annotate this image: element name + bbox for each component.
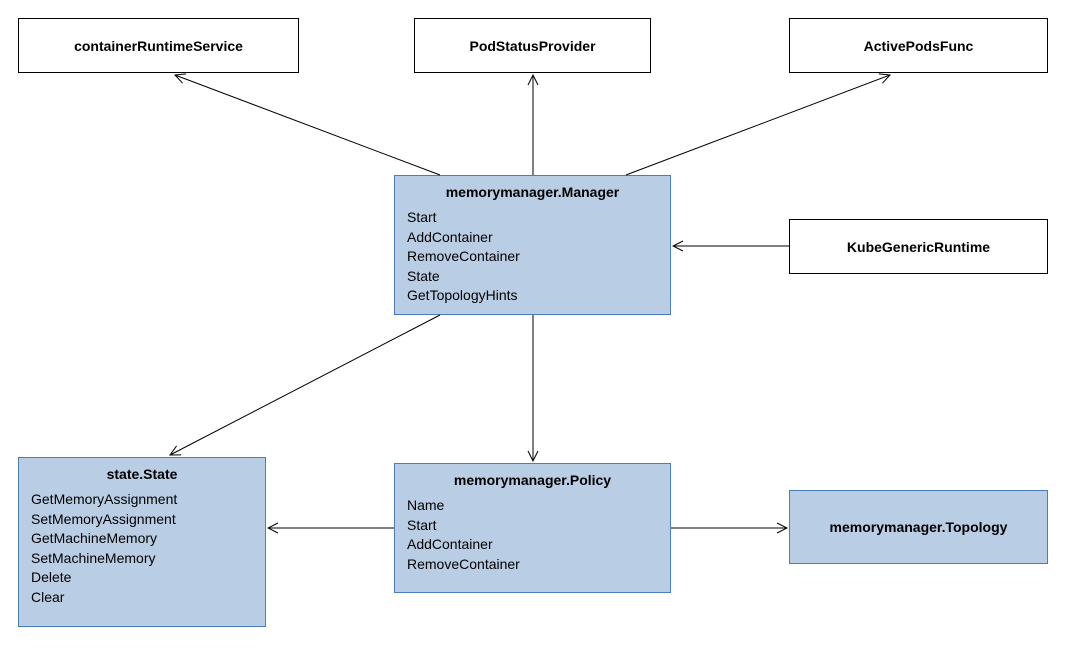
box-kube-generic-runtime: KubeGenericRuntime: [789, 219, 1048, 274]
state-method: Clear: [31, 588, 253, 608]
pod-status-provider-title: PodStatusProvider: [469, 38, 595, 54]
container-runtime-service-title: containerRuntimeService: [74, 38, 243, 54]
box-container-runtime-service: containerRuntimeService: [18, 18, 299, 73]
policy-methods: Name Start AddContainer RemoveContainer: [407, 496, 658, 574]
policy-method: RemoveContainer: [407, 555, 658, 575]
policy-title: memorymanager.Policy: [407, 472, 658, 488]
state-title: state.State: [31, 466, 253, 482]
kube-generic-runtime-title: KubeGenericRuntime: [847, 239, 990, 255]
state-method: SetMemoryAssignment: [31, 510, 253, 530]
topology-title: memorymanager.Topology: [830, 519, 1008, 535]
state-method: GetMachineMemory: [31, 529, 253, 549]
state-method: GetMemoryAssignment: [31, 490, 253, 510]
manager-title: memorymanager.Manager: [407, 184, 658, 200]
box-topology: memorymanager.Topology: [789, 490, 1048, 564]
box-pod-status-provider: PodStatusProvider: [414, 18, 651, 73]
state-methods: GetMemoryAssignment SetMemoryAssignment …: [31, 490, 253, 608]
state-method: SetMachineMemory: [31, 549, 253, 569]
box-active-pods-func: ActivePodsFunc: [789, 18, 1048, 73]
manager-method: AddContainer: [407, 228, 658, 248]
box-manager: memorymanager.Manager Start AddContainer…: [394, 175, 671, 315]
active-pods-func-title: ActivePodsFunc: [864, 38, 974, 54]
manager-method: RemoveContainer: [407, 247, 658, 267]
arrow-manager-to-apf: [626, 75, 890, 175]
state-method: Delete: [31, 568, 253, 588]
policy-method: AddContainer: [407, 535, 658, 555]
box-policy: memorymanager.Policy Name Start AddConta…: [394, 463, 671, 593]
policy-method: Start: [407, 516, 658, 536]
box-state: state.State GetMemoryAssignment SetMemor…: [18, 457, 266, 627]
arrow-manager-to-state: [170, 315, 440, 455]
manager-method: Start: [407, 208, 658, 228]
policy-method: Name: [407, 496, 658, 516]
arrow-manager-to-crs: [175, 75, 440, 175]
manager-method: GetTopologyHints: [407, 286, 658, 306]
manager-method: State: [407, 267, 658, 287]
manager-methods: Start AddContainer RemoveContainer State…: [407, 208, 658, 306]
